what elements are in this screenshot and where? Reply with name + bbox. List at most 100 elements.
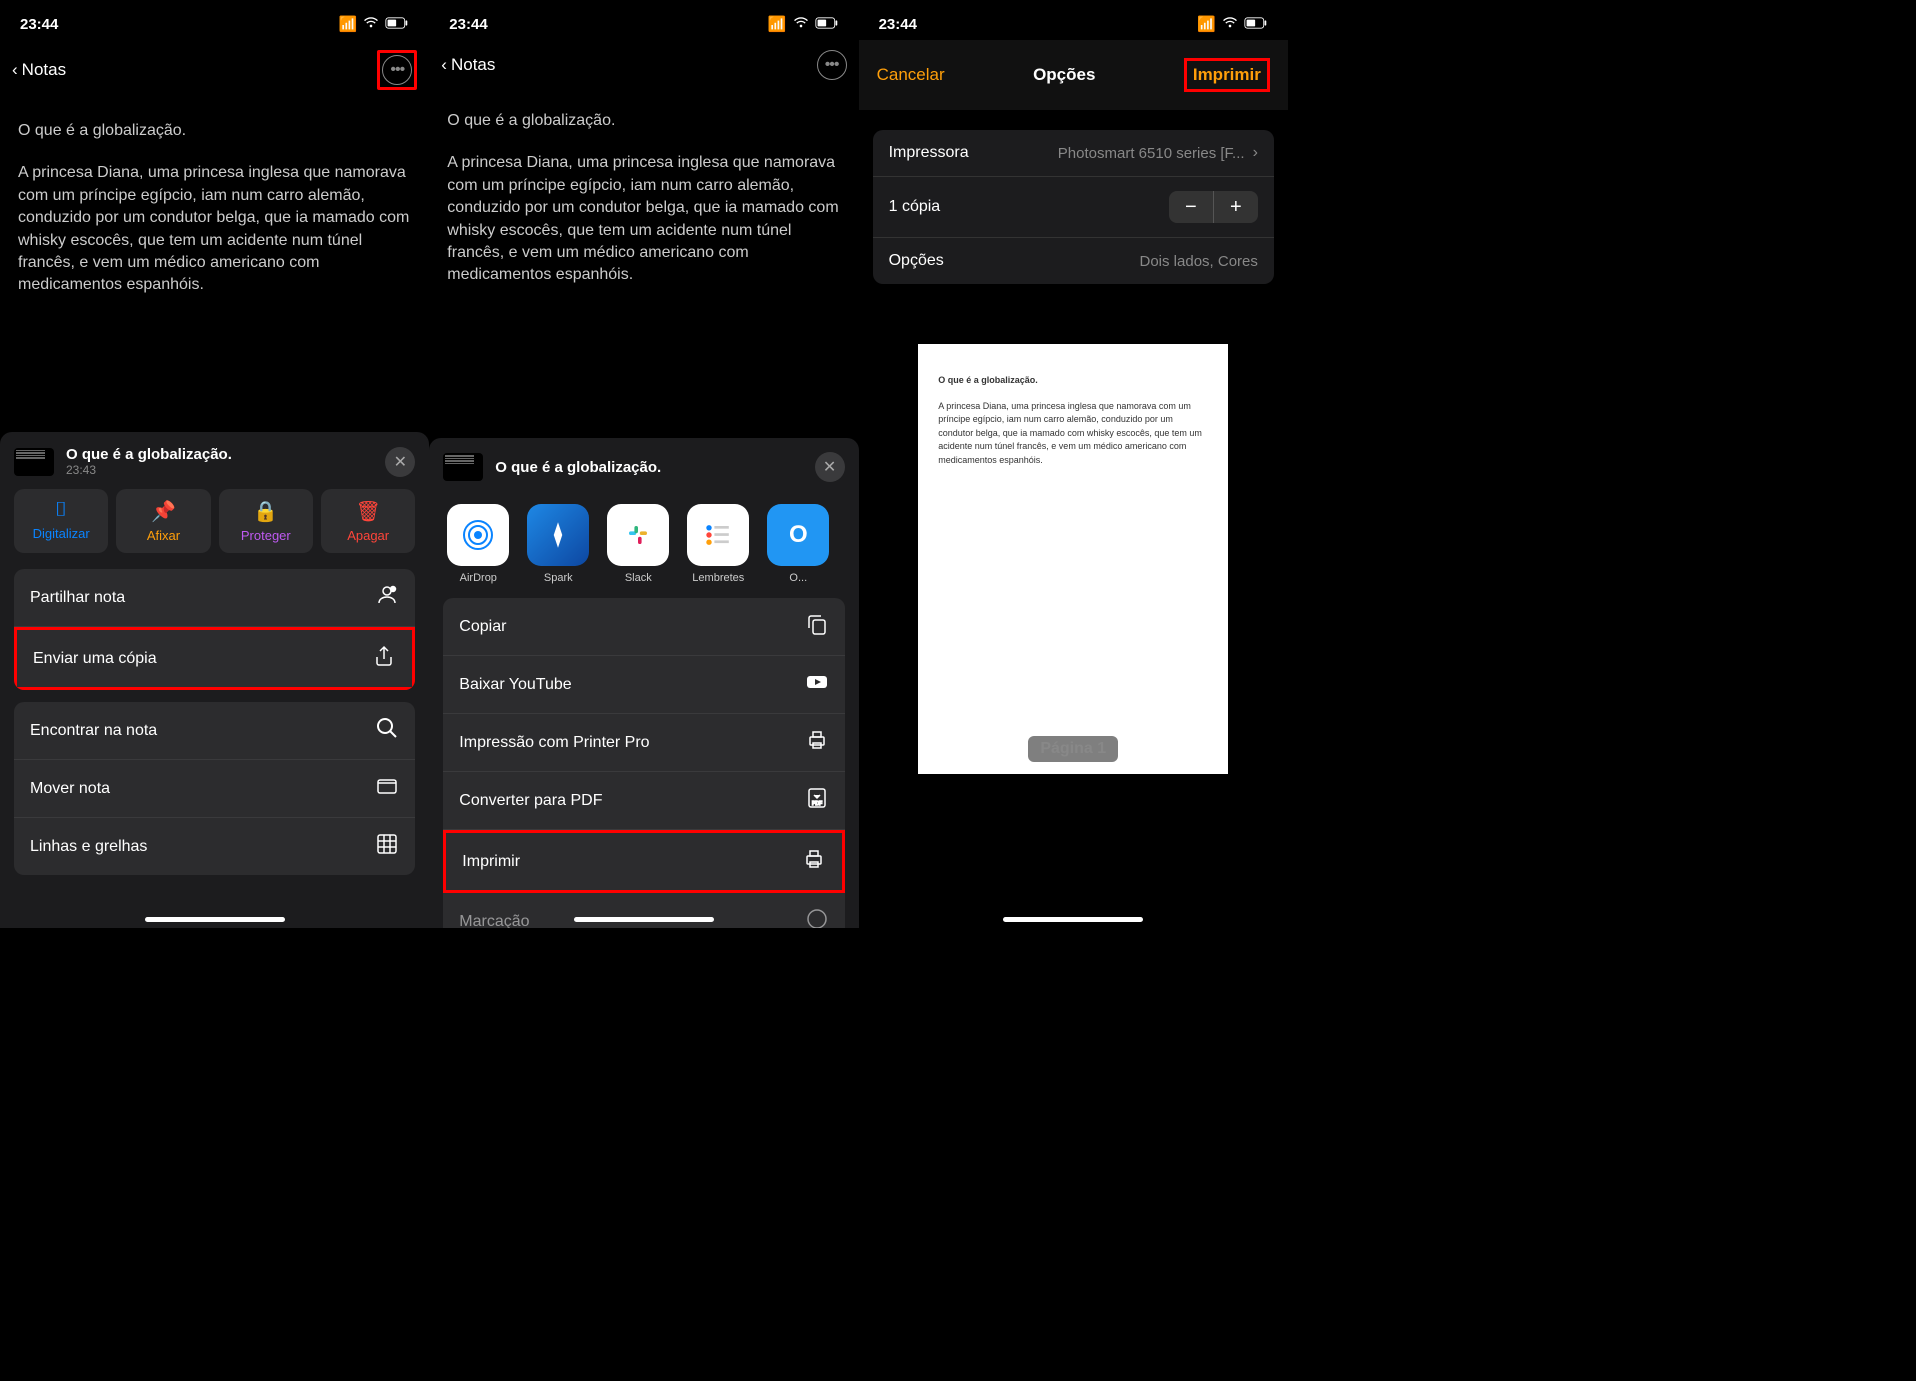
print-title: Opções bbox=[1033, 65, 1095, 85]
slack-icon bbox=[607, 504, 669, 566]
back-button[interactable]: ‹ Notas bbox=[12, 60, 66, 80]
find-label: Encontrar na nota bbox=[30, 722, 157, 740]
print-row[interactable]: Imprimir bbox=[443, 830, 844, 893]
sheet-title: O que é a globalização. bbox=[66, 446, 373, 463]
home-indicator[interactable] bbox=[574, 917, 714, 922]
send-copy-row[interactable]: Enviar uma cópia bbox=[14, 627, 415, 690]
search-icon bbox=[375, 716, 399, 745]
more-button[interactable]: ••• bbox=[817, 50, 847, 80]
markup-icon bbox=[805, 907, 829, 928]
preview-page[interactable]: O que é a globalização. A princesa Diana… bbox=[918, 344, 1228, 774]
slack-app[interactable]: Slack bbox=[607, 504, 669, 584]
printer-row[interactable]: Impressora Photosmart 6510 series [F... … bbox=[873, 130, 1274, 177]
lines-row[interactable]: Linhas e grelhas bbox=[14, 818, 415, 875]
sheet-title: O que é a globalização. bbox=[495, 459, 802, 476]
share-label: Partilhar nota bbox=[30, 589, 125, 607]
increment-button[interactable]: + bbox=[1214, 191, 1258, 223]
trash-icon: 🗑 bbox=[355, 499, 380, 524]
spark-label: Spark bbox=[544, 572, 573, 584]
copies-stepper: − + bbox=[1169, 191, 1258, 223]
wifi-icon bbox=[1222, 14, 1238, 34]
move-row[interactable]: Mover nota bbox=[14, 760, 415, 818]
scan-button[interactable]: ⌷ Digitalizar bbox=[14, 489, 108, 553]
lock-icon: 🔒 bbox=[253, 499, 278, 524]
printer-pro-row[interactable]: Impressão com Printer Pro bbox=[443, 714, 844, 772]
signal-icon: 📶 bbox=[768, 15, 787, 33]
spark-icon bbox=[527, 504, 589, 566]
sheet-header: O que é a globalização. ✕ bbox=[429, 438, 858, 494]
home-indicator[interactable] bbox=[145, 917, 285, 922]
lembretes-app[interactable]: Lembretes bbox=[687, 504, 749, 584]
other-app[interactable]: O O... bbox=[767, 504, 829, 584]
pin-button[interactable]: 📌 Afixar bbox=[116, 489, 210, 553]
note-body: A princesa Diana, uma princesa inglesa q… bbox=[18, 162, 411, 296]
airdrop-app[interactable]: AirDrop bbox=[447, 504, 509, 584]
copy-row[interactable]: Copiar bbox=[443, 598, 844, 656]
print-label: Imprimir bbox=[462, 853, 520, 871]
print-options-row[interactable]: Opções Dois lados, Cores bbox=[873, 238, 1274, 284]
print-button[interactable]: Imprimir bbox=[1193, 65, 1261, 84]
delete-button[interactable]: 🗑 Apagar bbox=[321, 489, 415, 553]
status-icons: 📶 bbox=[1197, 14, 1268, 34]
ellipsis-icon: ••• bbox=[825, 56, 839, 74]
page-number: Página 1 bbox=[1028, 736, 1118, 762]
copy-label: Copiar bbox=[459, 618, 506, 636]
share-action-list: Copiar Baixar YouTube Impressão com Prin… bbox=[429, 598, 858, 898]
lock-label: Proteger bbox=[241, 528, 291, 543]
note-title: O que é a globalização. bbox=[447, 110, 840, 132]
print-nav: Cancelar Opções Imprimir bbox=[859, 40, 1288, 110]
close-button[interactable]: ✕ bbox=[385, 447, 415, 477]
close-icon: ✕ bbox=[823, 457, 836, 477]
print-preview: O que é a globalização. A princesa Diana… bbox=[859, 304, 1288, 802]
battery-icon bbox=[385, 16, 409, 33]
mark-row[interactable]: Marcação bbox=[443, 893, 844, 928]
options-label: Opções bbox=[889, 252, 944, 270]
slack-label: Slack bbox=[625, 572, 652, 584]
pdf-icon: PDF bbox=[805, 786, 829, 815]
chevron-left-icon: ‹ bbox=[441, 55, 447, 75]
pdf-row[interactable]: Converter para PDF PDF bbox=[443, 772, 844, 830]
lines-label: Linhas e grelhas bbox=[30, 838, 147, 856]
airdrop-label: AirDrop bbox=[460, 572, 497, 584]
close-button[interactable]: ✕ bbox=[815, 452, 845, 482]
note-body: A princesa Diana, uma princesa inglesa q… bbox=[447, 152, 840, 286]
back-label: Notas bbox=[451, 55, 495, 75]
find-row[interactable]: Encontrar na nota bbox=[14, 702, 415, 760]
ellipsis-icon: ••• bbox=[390, 61, 404, 79]
note-content[interactable]: O que é a globalização. A princesa Diana… bbox=[429, 90, 858, 307]
lock-button[interactable]: 🔒 Proteger bbox=[219, 489, 313, 553]
youtube-label: Baixar YouTube bbox=[459, 676, 571, 694]
note-content[interactable]: O que é a globalização. A princesa Diana… bbox=[0, 100, 429, 317]
chevron-right-icon: › bbox=[1253, 144, 1258, 162]
copies-row: 1 cópia − + bbox=[873, 177, 1274, 238]
print-options: Impressora Photosmart 6510 series [F... … bbox=[859, 110, 1288, 304]
status-icons: 📶 bbox=[768, 14, 839, 34]
pin-icon: 📌 bbox=[151, 499, 176, 524]
status-bar: 23:44 📶 bbox=[859, 0, 1288, 40]
spark-app[interactable]: Spark bbox=[527, 504, 589, 584]
status-time: 23:44 bbox=[449, 16, 487, 33]
more-button[interactable]: ••• bbox=[382, 55, 412, 85]
wifi-icon bbox=[793, 14, 809, 34]
youtube-icon bbox=[805, 670, 829, 699]
status-bar: 23:44 📶 bbox=[0, 0, 429, 40]
preview-title: O que é a globalização. bbox=[938, 374, 1208, 388]
printer-label: Impressora bbox=[889, 144, 969, 162]
scan-label: Digitalizar bbox=[33, 526, 90, 541]
chevron-left-icon: ‹ bbox=[12, 60, 18, 80]
youtube-row[interactable]: Baixar YouTube bbox=[443, 656, 844, 714]
printer-icon bbox=[805, 728, 829, 757]
preview-body: A princesa Diana, uma princesa inglesa q… bbox=[938, 400, 1208, 468]
back-button[interactable]: ‹ Notas bbox=[441, 55, 495, 75]
scan-icon: ⌷ bbox=[55, 499, 67, 522]
person-add-icon: + bbox=[375, 583, 399, 612]
home-indicator[interactable] bbox=[1003, 917, 1143, 922]
close-icon: ✕ bbox=[394, 452, 407, 472]
cancel-button[interactable]: Cancelar bbox=[877, 65, 945, 85]
share-note-row[interactable]: Partilhar nota + bbox=[14, 569, 415, 627]
decrement-button[interactable]: − bbox=[1169, 191, 1213, 223]
note-thumbnail bbox=[443, 453, 483, 481]
printer-pro-label: Impressão com Printer Pro bbox=[459, 734, 649, 752]
signal-icon: 📶 bbox=[339, 15, 358, 33]
send-copy-label: Enviar uma cópia bbox=[33, 650, 157, 668]
